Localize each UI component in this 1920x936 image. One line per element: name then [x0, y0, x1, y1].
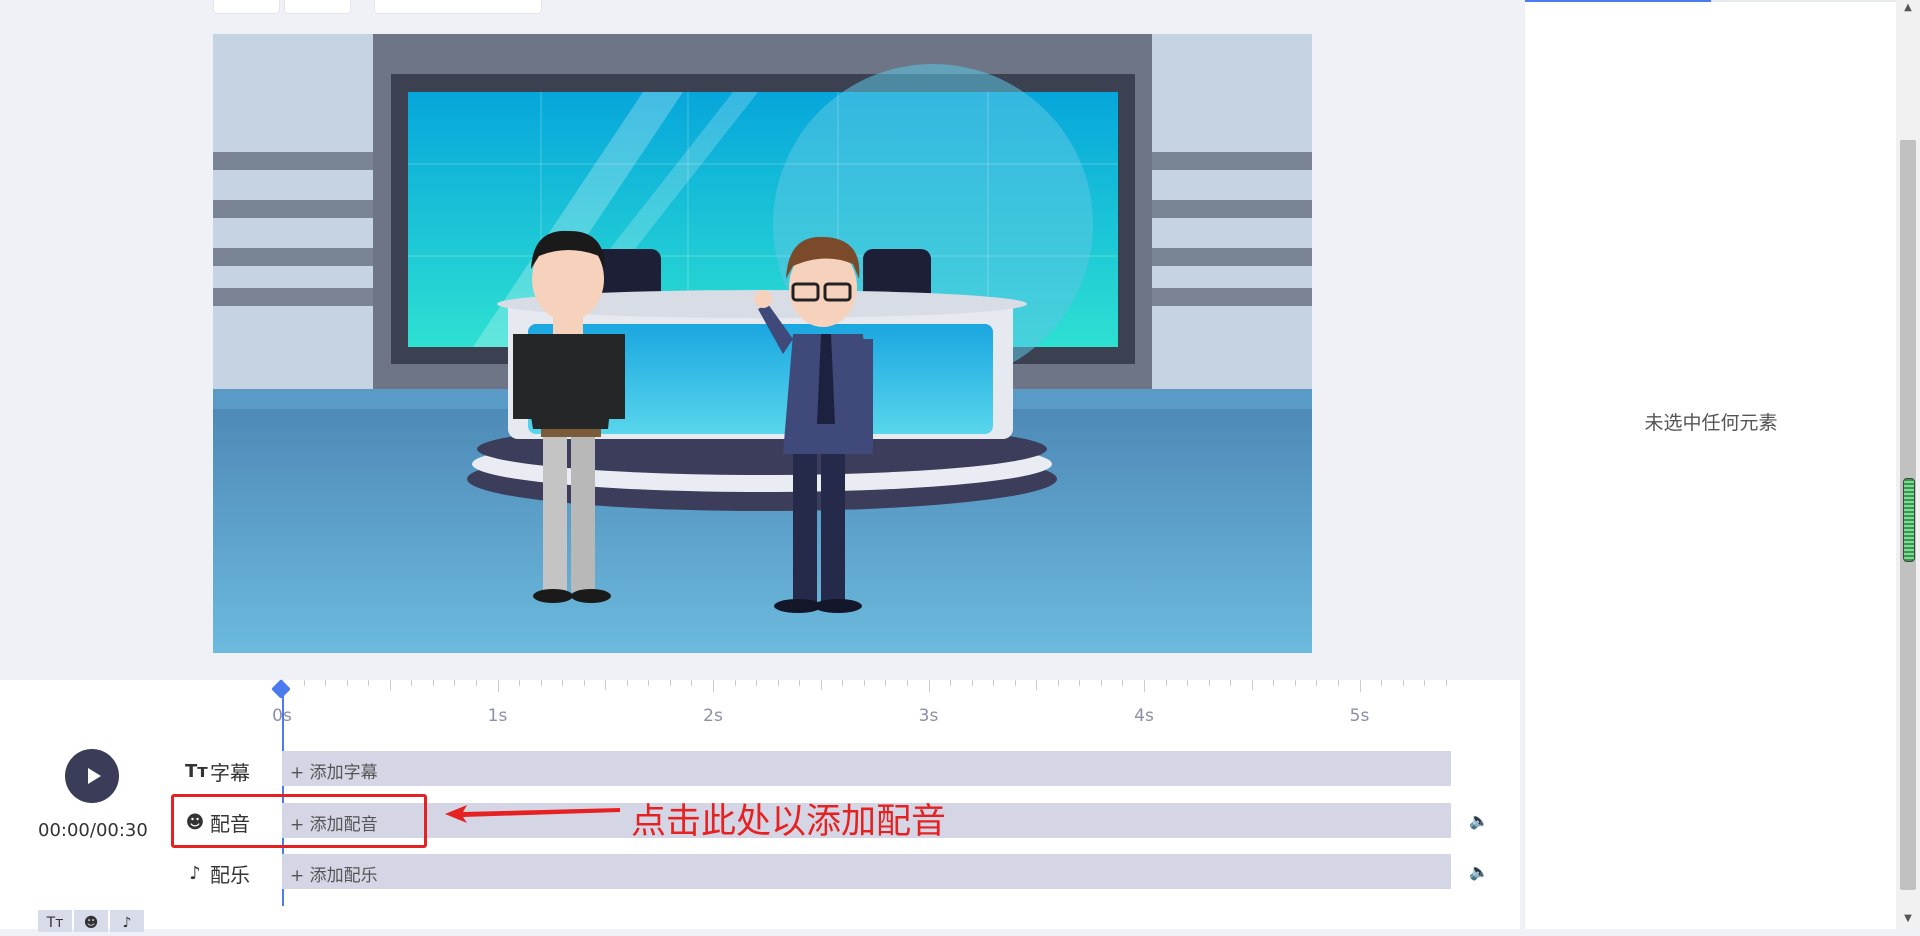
- ruler-tick: [1381, 680, 1383, 686]
- ruler-tick: [1424, 680, 1426, 686]
- ruler-tick: [1230, 680, 1232, 686]
- text-size-icon: Tт: [185, 761, 208, 782]
- annotation-arrow-icon: [445, 805, 620, 823]
- ruler-tick: [1122, 680, 1124, 686]
- ruler-tick: [756, 680, 758, 686]
- scroll-down-icon[interactable]: ▼: [1902, 913, 1914, 925]
- current-time: 00:00: [38, 820, 90, 841]
- total-time: 00:30: [95, 820, 148, 841]
- volume-icon[interactable]: 🔈: [1468, 861, 1490, 883]
- track-label-subtitle: Tт 字幕: [185, 757, 250, 786]
- ruler-tick: [368, 680, 370, 686]
- ruler-tick: [842, 680, 844, 686]
- ruler-tick: [1144, 680, 1145, 692]
- toolbar-stub-3[interactable]: [374, 0, 542, 14]
- video-stage[interactable]: [213, 34, 1312, 653]
- ruler-tick: [1294, 680, 1296, 686]
- music-note-icon: ♪: [189, 863, 201, 884]
- ruler-tick: [1036, 680, 1038, 690]
- ruler-tick: [1057, 680, 1059, 686]
- ruler-tick: [1402, 680, 1404, 686]
- ruler-tick: [713, 680, 714, 692]
- ruler-tick: [993, 680, 995, 686]
- time-readout: 00:00/00:30: [38, 820, 148, 841]
- ruler-tick: [346, 680, 348, 686]
- ruler-tick: [1079, 680, 1081, 686]
- play-icon: [87, 768, 101, 784]
- ruler-tick: [411, 680, 413, 686]
- ruler-tick: [1100, 680, 1102, 686]
- ruler-tick: [1273, 680, 1275, 686]
- panel-tab-active-indicator[interactable]: [1525, 0, 1711, 2]
- ruler-tick: [1165, 680, 1167, 686]
- ruler-tick: [950, 680, 952, 686]
- ruler-tick: [540, 680, 542, 686]
- news-studio-scene: [213, 34, 1312, 653]
- ruler-tick: [389, 680, 391, 690]
- ruler-tick: [1316, 680, 1318, 686]
- add-music-button[interactable]: + 添加配乐: [290, 861, 378, 886]
- ruler-tick: [1187, 680, 1189, 686]
- ruler-tick: [303, 680, 305, 686]
- ruler-label: 4s: [1134, 706, 1154, 726]
- scroll-grip[interactable]: [1903, 478, 1915, 562]
- ruler-label: 2s: [703, 706, 723, 726]
- ruler-tick: [971, 680, 973, 686]
- ruler-tick: [562, 680, 564, 686]
- scroll-up-icon[interactable]: ▲: [1902, 2, 1914, 14]
- track-label-text: 字幕: [210, 761, 250, 785]
- ruler-tick: [691, 680, 693, 686]
- ruler-tick: [626, 680, 628, 686]
- ruler-tick: [325, 680, 327, 686]
- toolbar-stub-2[interactable]: [284, 0, 351, 14]
- no-selection-message: 未选中任何元素: [1644, 412, 1778, 434]
- ruler-tick: [648, 680, 650, 686]
- time-ruler[interactable]: 0s1s2s3s4s5s: [272, 680, 1452, 740]
- page-scrollbar[interactable]: ▲ ▼: [1896, 0, 1920, 929]
- ruler-tick: [906, 680, 908, 686]
- ruler-tick: [820, 680, 822, 690]
- ruler-tick: [1337, 680, 1339, 686]
- track-label-text: 配乐: [210, 863, 250, 887]
- add-subtitle-button[interactable]: + 添加字幕: [290, 758, 378, 783]
- toolbar-stub-1[interactable]: [213, 0, 280, 14]
- ruler-tick: [1359, 680, 1361, 692]
- track-bar-music[interactable]: [282, 854, 1451, 889]
- ruler-tick: [519, 680, 521, 686]
- track-label-music: ♪ 配乐: [185, 859, 250, 888]
- ruler-tick: [475, 680, 477, 686]
- ruler-tick: [669, 680, 671, 686]
- ruler-tick: [454, 680, 456, 686]
- ruler-tick: [928, 680, 930, 692]
- ruler-tick: [799, 680, 801, 686]
- ruler-label: 1s: [487, 706, 508, 726]
- track-bar-subtitle[interactable]: [282, 751, 1451, 786]
- ruler-tick: [1014, 680, 1016, 686]
- ruler-tick: [777, 680, 779, 686]
- volume-icon[interactable]: 🔈: [1468, 810, 1490, 832]
- ruler-label: 3s: [918, 706, 939, 726]
- ruler-tick: [497, 680, 499, 692]
- ruler-tick: [1445, 680, 1447, 686]
- annotation-highlight-box: [171, 794, 427, 848]
- properties-panel: 未选中任何元素: [1524, 0, 1897, 929]
- ruler-tick: [863, 680, 865, 686]
- ruler-label: 5s: [1349, 706, 1370, 726]
- ruler-tick: [1208, 680, 1210, 686]
- workspace: [0, 0, 1524, 680]
- ruler-tick: [605, 680, 607, 690]
- ruler-tick: [1251, 680, 1253, 690]
- ruler-tick: [885, 680, 887, 686]
- play-button[interactable]: [65, 749, 119, 803]
- ruler-tick: [734, 680, 736, 686]
- annotation-text: 点击此处以添加配音: [631, 802, 947, 842]
- ruler-tick: [432, 680, 434, 686]
- ruler-tick: [583, 680, 585, 686]
